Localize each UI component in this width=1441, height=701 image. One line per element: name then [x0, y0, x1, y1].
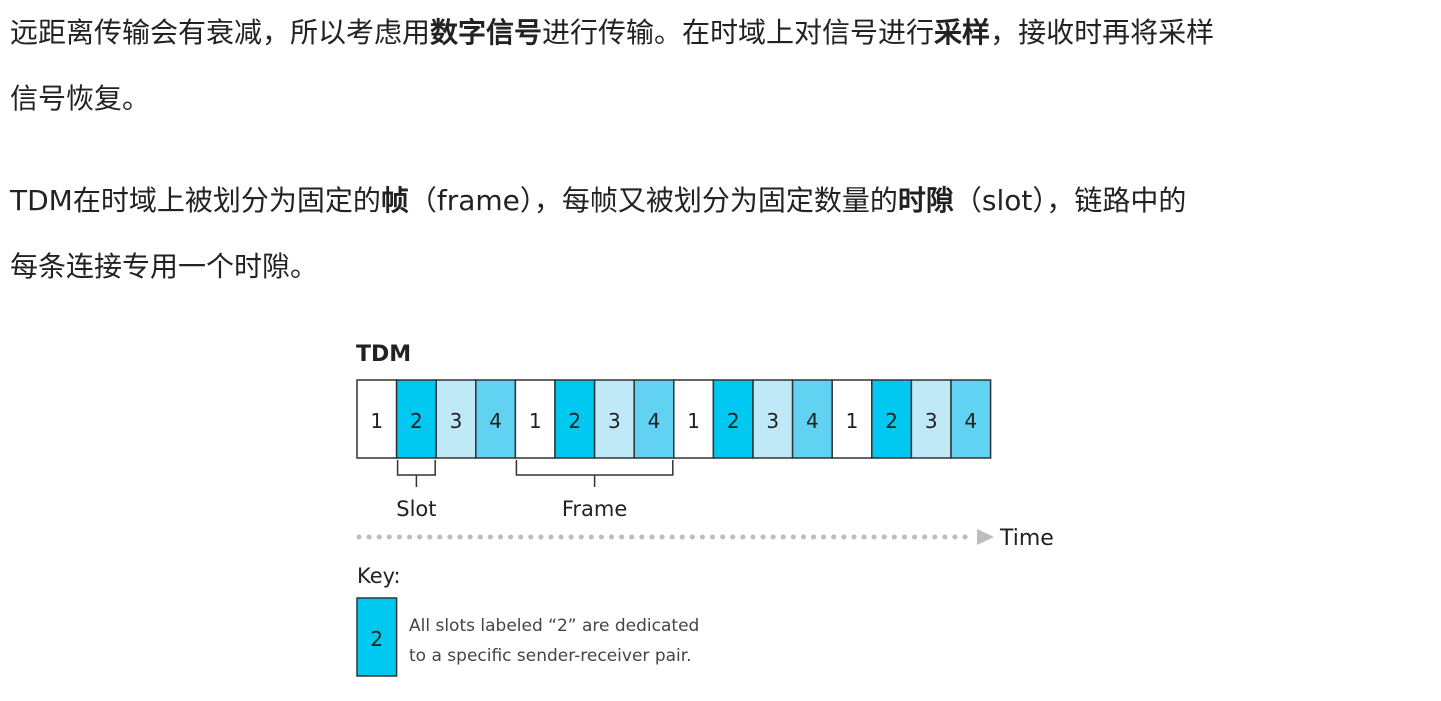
bold-term: 数字信号: [430, 16, 543, 49]
tdm-diagram-svg: TDM 1 2 3 4 1 2 3 4 1 2 3 4 1 2 3 4 Slot Frame Time Key: 2 All…: [356, 342, 1054, 677]
text-run: 远距离传输会有衰减，所以考虑用: [10, 16, 431, 49]
slot-number: 2: [410, 409, 423, 433]
slot-number: 1: [687, 409, 700, 433]
bold-term: 帧: [380, 184, 409, 217]
diagram-title: TDM: [356, 342, 411, 367]
bold-term: 采样: [934, 16, 991, 49]
slot-label: Slot: [396, 497, 436, 521]
text-run: 每条连接专用一个时隙。: [10, 250, 319, 283]
key-description-line2: to a specific sender-receiver pair.: [409, 646, 692, 666]
slot-number: 4: [648, 409, 661, 433]
slot-number: 2: [885, 409, 898, 433]
slot-number: 3: [450, 409, 463, 433]
text-run: 进行传输。在时域上对信号进行: [542, 16, 935, 49]
slot-number: 1: [370, 409, 383, 433]
text-run: 信号恢复。: [10, 82, 151, 115]
slot-bracket: [396, 460, 436, 476]
slot-number: 1: [529, 409, 542, 433]
slot-number: 3: [608, 409, 621, 433]
paragraph-line: TDM在时域上被划分为固定的帧（frame），每帧又被划分为固定数量的时隙（sl…: [10, 183, 1186, 219]
tdm-diagram: TDM 1 2 3 4 1 2 3 4 1 2 3 4 1 2 3 4 Slot Frame Time Key: 2 All…: [340, 330, 1080, 690]
time-label: Time: [999, 526, 1054, 551]
paragraph-line: 每条连接专用一个时隙。: [10, 249, 318, 285]
slot-number: 2: [568, 409, 581, 433]
slot-number: 1: [846, 409, 859, 433]
time-arrow-icon: [977, 529, 994, 545]
slot-number: 4: [964, 409, 977, 433]
slot-number: 3: [925, 409, 938, 433]
slot-number: 2: [727, 409, 740, 433]
text-run: （slot），链路中的: [953, 184, 1187, 217]
slot-number: 4: [489, 409, 502, 433]
text-run: TDM在时域上被划分为固定的: [10, 184, 381, 217]
paragraph-line: 远距离传输会有衰减，所以考虑用数字信号进行传输。在时域上对信号进行采样，接收时再…: [10, 15, 1214, 51]
text-run: ，接收时再将采样: [990, 16, 1215, 49]
frame-bracket: [515, 460, 674, 476]
slot-number: 3: [766, 409, 779, 433]
key-description-line1: All slots labeled “2” are dedicated: [409, 616, 699, 636]
frame-label: Frame: [562, 497, 627, 521]
bold-term: 时隙: [897, 184, 954, 217]
text-run: （frame），每帧又被划分为固定数量的: [408, 184, 898, 217]
paragraph-line: 信号恢复。: [10, 81, 150, 117]
key-label: Key:: [357, 564, 401, 588]
slot-number: 4: [806, 409, 819, 433]
key-slot-number: 2: [370, 627, 383, 651]
